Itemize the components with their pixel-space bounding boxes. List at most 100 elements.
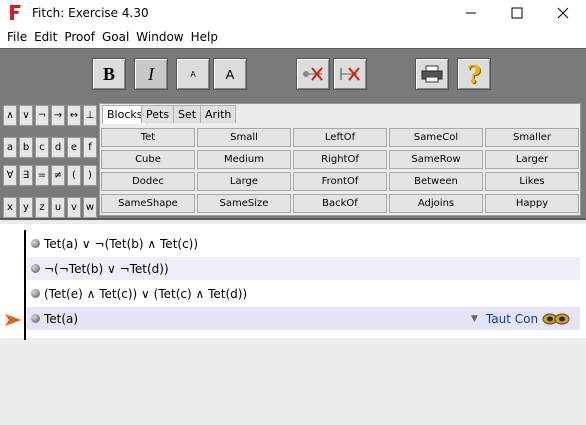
toolbar: B I A A ? — [0, 48, 586, 98]
end-subproof-button[interactable] — [333, 58, 367, 90]
proof-line[interactable]: (Tet(e) ∧ Tet(c)) ∨ (Tet(c) ∧ Tet(d)) — [27, 282, 580, 305]
symbol-f[interactable]: f — [83, 137, 97, 158]
menu-edit[interactable]: Edit — [31, 30, 60, 44]
help-button[interactable]: ? — [457, 58, 491, 90]
proof-area: Tet(a) ∨ ¬(Tet(b) ∧ Tet(c)) ¬(¬Tet(b) ∨ … — [0, 218, 586, 425]
pred-samerow[interactable]: SameRow — [389, 150, 483, 169]
pred-likes[interactable]: Likes — [485, 172, 579, 191]
symbol-equals[interactable]: = — [35, 165, 49, 186]
symbol-d[interactable]: d — [51, 137, 65, 158]
symbol-y[interactable]: y — [19, 197, 33, 218]
tab-set[interactable]: Set — [173, 105, 202, 123]
bold-label: B — [102, 63, 115, 84]
symbol-z[interactable]: z — [35, 197, 49, 218]
symbol-not[interactable]: ¬ — [35, 105, 49, 126]
pred-samesize[interactable]: SameSize — [197, 194, 291, 213]
step-bullet-icon[interactable] — [31, 289, 40, 298]
fitch-app-icon — [10, 5, 21, 20]
rule-dropdown-icon[interactable]: ▼ — [471, 314, 478, 324]
symbol-b[interactable]: b — [19, 137, 33, 158]
rule-label: Taut Con — [485, 312, 539, 326]
premise-sentence[interactable]: (Tet(e) ∧ Tet(c)) ∨ (Tet(c) ∧ Tet(d)) — [44, 287, 247, 301]
proof-line-current[interactable]: Tet(a) ▼ Taut Con — [27, 307, 580, 330]
maximize-icon — [511, 7, 523, 19]
pred-frontof[interactable]: FrontOf — [293, 172, 387, 191]
binoculars-icon[interactable] — [542, 312, 570, 326]
end-subproof-icon — [340, 67, 360, 81]
pred-smaller[interactable]: Smaller — [485, 128, 579, 147]
step-bullet-icon[interactable] — [31, 264, 40, 273]
proof-panel[interactable]: Tet(a) ∨ ¬(Tet(b) ∧ Tet(c)) ¬(¬Tet(b) ∨ … — [0, 224, 586, 340]
bold-button[interactable]: B — [92, 58, 126, 90]
predicate-panel: Blocks Pets Set Arith Tet Small LeftOf S… — [99, 103, 581, 216]
delete-line-icon — [303, 67, 323, 81]
proof-line[interactable]: ¬(¬Tet(b) ∨ ¬Tet(d)) — [27, 257, 580, 280]
symbol-palette-area: ∧ ∨ ¬ → ↔ ⊥ a b c d e f ∀ ∃ = ≠ ( ) x y … — [0, 98, 586, 218]
pred-dodec[interactable]: Dodec — [101, 172, 195, 191]
symbol-right-paren[interactable]: ) — [83, 165, 97, 186]
large-font-label: A — [225, 66, 235, 82]
small-font-label: A — [190, 69, 196, 79]
step-bullet-icon[interactable] — [31, 314, 40, 323]
symbol-left-paren[interactable]: ( — [67, 165, 81, 186]
minimize-button[interactable] — [448, 0, 494, 26]
pred-large[interactable]: Large — [197, 172, 291, 191]
tab-arith[interactable]: Arith — [200, 105, 237, 123]
rule-selector[interactable]: ▼ Taut Con — [471, 312, 570, 326]
symbol-w[interactable]: w — [83, 197, 97, 218]
proof-line[interactable]: Tet(a) ∨ ¬(Tet(b) ∧ Tet(c)) — [27, 232, 580, 255]
menu-help[interactable]: Help — [188, 30, 221, 44]
symbol-or[interactable]: ∨ — [19, 105, 33, 126]
premise-sentence[interactable]: Tet(a) ∨ ¬(Tet(b) ∧ Tet(c)) — [44, 237, 198, 251]
focus-arrow-icon — [5, 314, 21, 326]
pred-between[interactable]: Between — [389, 172, 483, 191]
symbol-iff[interactable]: ↔ — [67, 105, 81, 126]
pred-leftof[interactable]: LeftOf — [293, 128, 387, 147]
window-title: Fitch: Exercise 4.30 — [32, 6, 149, 20]
close-button[interactable] — [540, 0, 586, 26]
print-button[interactable] — [415, 58, 449, 90]
proof-scope-line — [24, 230, 26, 340]
symbol-forall[interactable]: ∀ — [3, 165, 17, 186]
pred-medium[interactable]: Medium — [197, 150, 291, 169]
maximize-button[interactable] — [494, 0, 540, 26]
symbol-and[interactable]: ∧ — [3, 105, 17, 126]
premise-sentence[interactable]: ¬(¬Tet(b) ∨ ¬Tet(d)) — [44, 262, 169, 276]
step-sentence[interactable]: Tet(a) — [44, 312, 78, 326]
symbol-e[interactable]: e — [67, 137, 81, 158]
menu-goal[interactable]: Goal — [99, 30, 132, 44]
symbol-exists[interactable]: ∃ — [19, 165, 33, 186]
pred-small[interactable]: Small — [197, 128, 291, 147]
symbol-u[interactable]: u — [51, 197, 65, 218]
symbol-v[interactable]: v — [67, 197, 81, 218]
pred-tet[interactable]: Tet — [101, 128, 195, 147]
delete-line-button[interactable] — [296, 58, 330, 90]
menu-window[interactable]: Window — [133, 30, 186, 44]
printer-icon — [421, 65, 443, 83]
pred-happy[interactable]: Happy — [485, 194, 579, 213]
symbol-c[interactable]: c — [35, 137, 49, 158]
minimize-icon — [466, 12, 476, 14]
symbol-contradiction[interactable]: ⊥ — [83, 105, 97, 126]
pred-sameshape[interactable]: SameShape — [101, 194, 195, 213]
title-bar: Fitch: Exercise 4.30 — [0, 0, 586, 26]
pred-larger[interactable]: Larger — [485, 150, 579, 169]
symbol-implies[interactable]: → — [51, 105, 65, 126]
pred-backof[interactable]: BackOf — [293, 194, 387, 213]
small-font-button[interactable]: A — [176, 58, 210, 90]
pred-samecol[interactable]: SameCol — [389, 128, 483, 147]
symbol-not-equals[interactable]: ≠ — [51, 165, 65, 186]
italic-button[interactable]: I — [134, 58, 168, 90]
step-bullet-icon[interactable] — [31, 239, 40, 248]
italic-label: I — [148, 63, 154, 84]
pred-cube[interactable]: Cube — [101, 150, 195, 169]
pred-adjoins[interactable]: Adjoins — [389, 194, 483, 213]
menu-file[interactable]: File — [4, 30, 30, 44]
pred-rightof[interactable]: RightOf — [293, 150, 387, 169]
close-icon — [557, 7, 569, 19]
tab-pets[interactable]: Pets — [141, 105, 175, 123]
large-font-button[interactable]: A — [213, 58, 247, 90]
symbol-a[interactable]: a — [3, 137, 17, 158]
menu-proof[interactable]: Proof — [61, 30, 98, 44]
symbol-x[interactable]: x — [3, 197, 17, 218]
